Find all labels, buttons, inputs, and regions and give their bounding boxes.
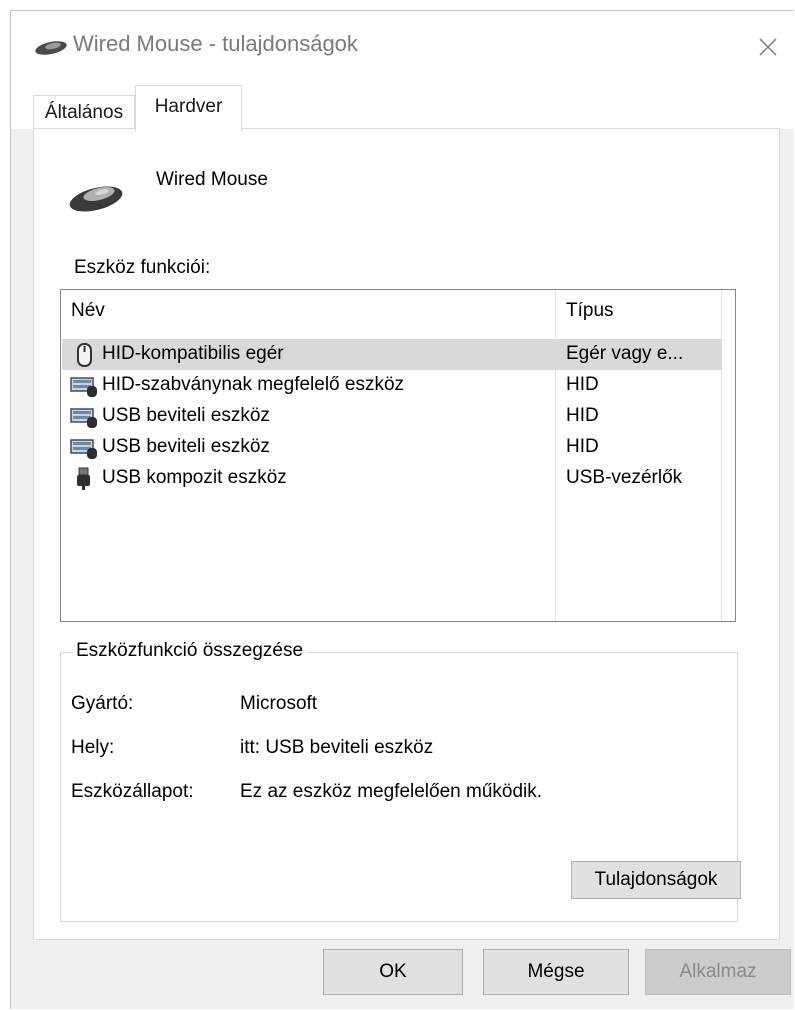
summary-group: Eszközfunkció összegzése Gyártó: Microso…	[60, 640, 741, 922]
manufacturer-value: Microsoft	[240, 693, 318, 714]
list-item-type: HID	[566, 405, 599, 426]
list-item[interactable]: USB beviteli eszköz HID	[62, 401, 722, 432]
apply-button[interactable]: Alkalmaz	[645, 949, 791, 995]
cancel-button[interactable]: Mégse	[483, 949, 629, 995]
ok-button[interactable]: OK	[323, 949, 463, 995]
hardware-panel: Wired Mouse Eszköz funkciói: Név Típus H…	[33, 128, 780, 940]
tab-hardware[interactable]: Hardver	[135, 85, 242, 131]
mouse-device-icon	[77, 343, 92, 367]
list-item-name: USB beviteli eszköz	[102, 436, 270, 457]
keyboard-device-icon	[70, 377, 97, 397]
tab-general[interactable]: Általános	[33, 95, 135, 129]
list-item[interactable]: HID-szabványnak megfelelő eszköz HID	[62, 370, 722, 401]
functions-list[interactable]: Név Típus HID-kompatibilis egér Egér vag…	[60, 289, 736, 622]
status-value: Ez az eszköz megfelelően működik.	[240, 781, 543, 802]
summary-group-title: Eszközfunkció összegzése	[73, 640, 307, 662]
mouse-icon	[35, 41, 67, 55]
list-item-type: USB-vezérlők	[566, 467, 683, 488]
keyboard-device-icon	[70, 439, 97, 459]
mouse-icon	[69, 186, 123, 212]
column-header-type[interactable]: Típus	[566, 300, 614, 322]
properties-window: Wired Mouse - tulajdonságok Általános Ha…	[10, 10, 795, 1009]
tab-strip: Általános Hardver	[11, 81, 795, 131]
title-bar: Wired Mouse - tulajdonságok	[11, 11, 795, 81]
list-item-name: HID-kompatibilis egér	[102, 343, 284, 364]
column-header-name[interactable]: Név	[71, 300, 105, 322]
status-label: Eszközállapot:	[71, 781, 194, 802]
list-item-name: USB kompozit eszköz	[102, 467, 287, 488]
properties-button[interactable]: Tulajdonságok	[571, 861, 741, 899]
close-button[interactable]	[741, 25, 795, 69]
list-item-name: USB beviteli eszköz	[102, 405, 270, 426]
window-title: Wired Mouse - tulajdonságok	[73, 31, 358, 56]
list-item-name: HID-szabványnak megfelelő eszköz	[102, 374, 405, 395]
manufacturer-label: Gyártó:	[71, 693, 134, 714]
list-item[interactable]: HID-kompatibilis egér Egér vagy e...	[62, 339, 722, 370]
keyboard-device-icon	[70, 408, 97, 428]
device-name: Wired Mouse	[156, 169, 268, 190]
list-item[interactable]: USB beviteli eszköz HID	[62, 432, 722, 463]
list-item-type: HID	[566, 374, 599, 395]
usb-plug-icon	[77, 467, 90, 490]
location-value: itt: USB beviteli eszköz	[240, 737, 434, 758]
list-item-type: HID	[566, 436, 599, 457]
list-item[interactable]: USB kompozit eszköz USB-vezérlők	[62, 463, 722, 494]
list-item-type: Egér vagy e...	[566, 343, 684, 364]
location-label: Hely:	[71, 737, 115, 758]
close-icon	[759, 38, 777, 56]
functions-label: Eszköz funkciói:	[74, 257, 211, 278]
